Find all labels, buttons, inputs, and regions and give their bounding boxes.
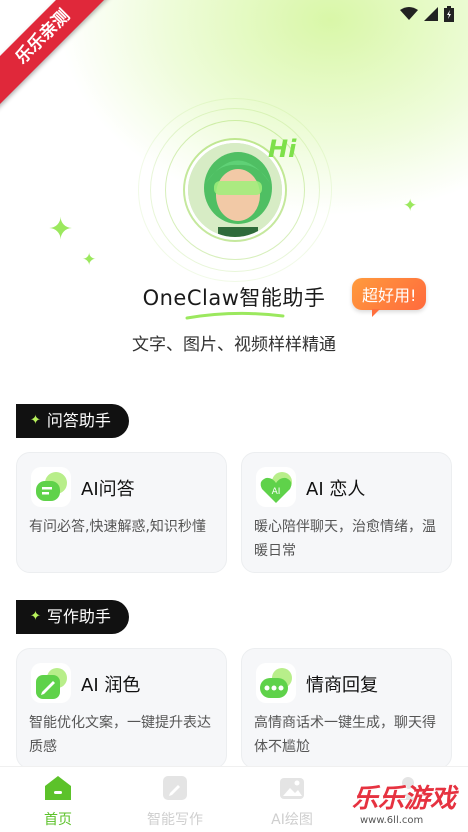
hero: Hi ✦ ✦ ✦ OneClaw智能助手 超好用! 文字、图片、视频样样精通 [0, 98, 468, 360]
ai-heart-icon: AI [256, 467, 296, 507]
section-qa-title: ✦ 问答助手 [16, 404, 129, 438]
card-desc: 暖心陪伴聊天，治愈情绪，温暖日常 [254, 519, 436, 559]
corner-watermark: 乐乐游戏 www.6ll.com [352, 778, 468, 832]
pencil-icon [31, 663, 71, 703]
wifi-icon [400, 7, 418, 20]
card-title: AI问答 [81, 479, 135, 500]
section-label: 问答助手 [46, 411, 111, 430]
tab-home[interactable]: 首页 [8, 775, 108, 829]
section-writing-title: ✦ 写作助手 [16, 600, 129, 634]
card-desc: 有问必答,快速解惑,知识秒懂 [29, 519, 206, 535]
card-title: AI 润色 [81, 675, 141, 696]
card-title: 情商回复 [306, 675, 378, 696]
sparkle-icon: ✦ [82, 250, 97, 270]
card-title: AI 恋人 [306, 479, 366, 500]
card-eq-reply[interactable]: 情商回复 高情商话术一键生成，聊天得体不尴尬 [241, 648, 452, 769]
svg-text:AI: AI [272, 487, 281, 497]
sparkle-icon: ✦ [30, 413, 41, 428]
tab-ai-drawing[interactable]: AI绘图 [242, 775, 342, 829]
watermark-text: 乐乐游戏 [352, 784, 457, 814]
section-label: 写作助手 [46, 607, 111, 626]
sparkle-icon: ✦ [30, 609, 41, 624]
card-desc: 智能优化文案，一键提升表达质感 [29, 715, 211, 755]
battery-icon [444, 6, 454, 22]
card-ai-qa[interactable]: AI问答 有问必答,快速解惑,知识秒懂 [16, 452, 227, 573]
tab-label: 智能写作 [147, 812, 203, 828]
tab-label: 首页 [44, 812, 72, 828]
tab-writing[interactable]: 智能写作 [125, 775, 225, 829]
watermark-url: www.6ll.com [360, 815, 424, 826]
signal-icon [424, 7, 438, 21]
dots-bubble-icon [256, 663, 296, 703]
sparkle-icon: ✦ [48, 212, 74, 247]
card-desc: 高情商话术一键生成，聊天得体不尴尬 [254, 715, 436, 755]
hero-subtitle: 文字、图片、视频样样精通 [132, 335, 336, 355]
sparkle-icon: ✦ [403, 196, 418, 216]
chat-bubble-icon [31, 467, 71, 507]
card-ai-lover[interactable]: AI AI 恋人 暖心陪伴聊天，治愈情绪，温暖日常 [241, 452, 452, 573]
image-icon [280, 778, 304, 799]
home-icon [45, 776, 71, 800]
writing-icon [163, 776, 187, 800]
tab-label: AI绘图 [271, 812, 313, 828]
app-title: OneClaw智能助手 [142, 286, 326, 310]
title-underline [185, 311, 285, 320]
hi-greeting: Hi [268, 135, 297, 163]
status-bar [400, 6, 454, 22]
super-badge: 超好用! [352, 278, 427, 317]
card-ai-polish[interactable]: AI 润色 智能优化文案，一键提升表达质感 [16, 648, 227, 769]
